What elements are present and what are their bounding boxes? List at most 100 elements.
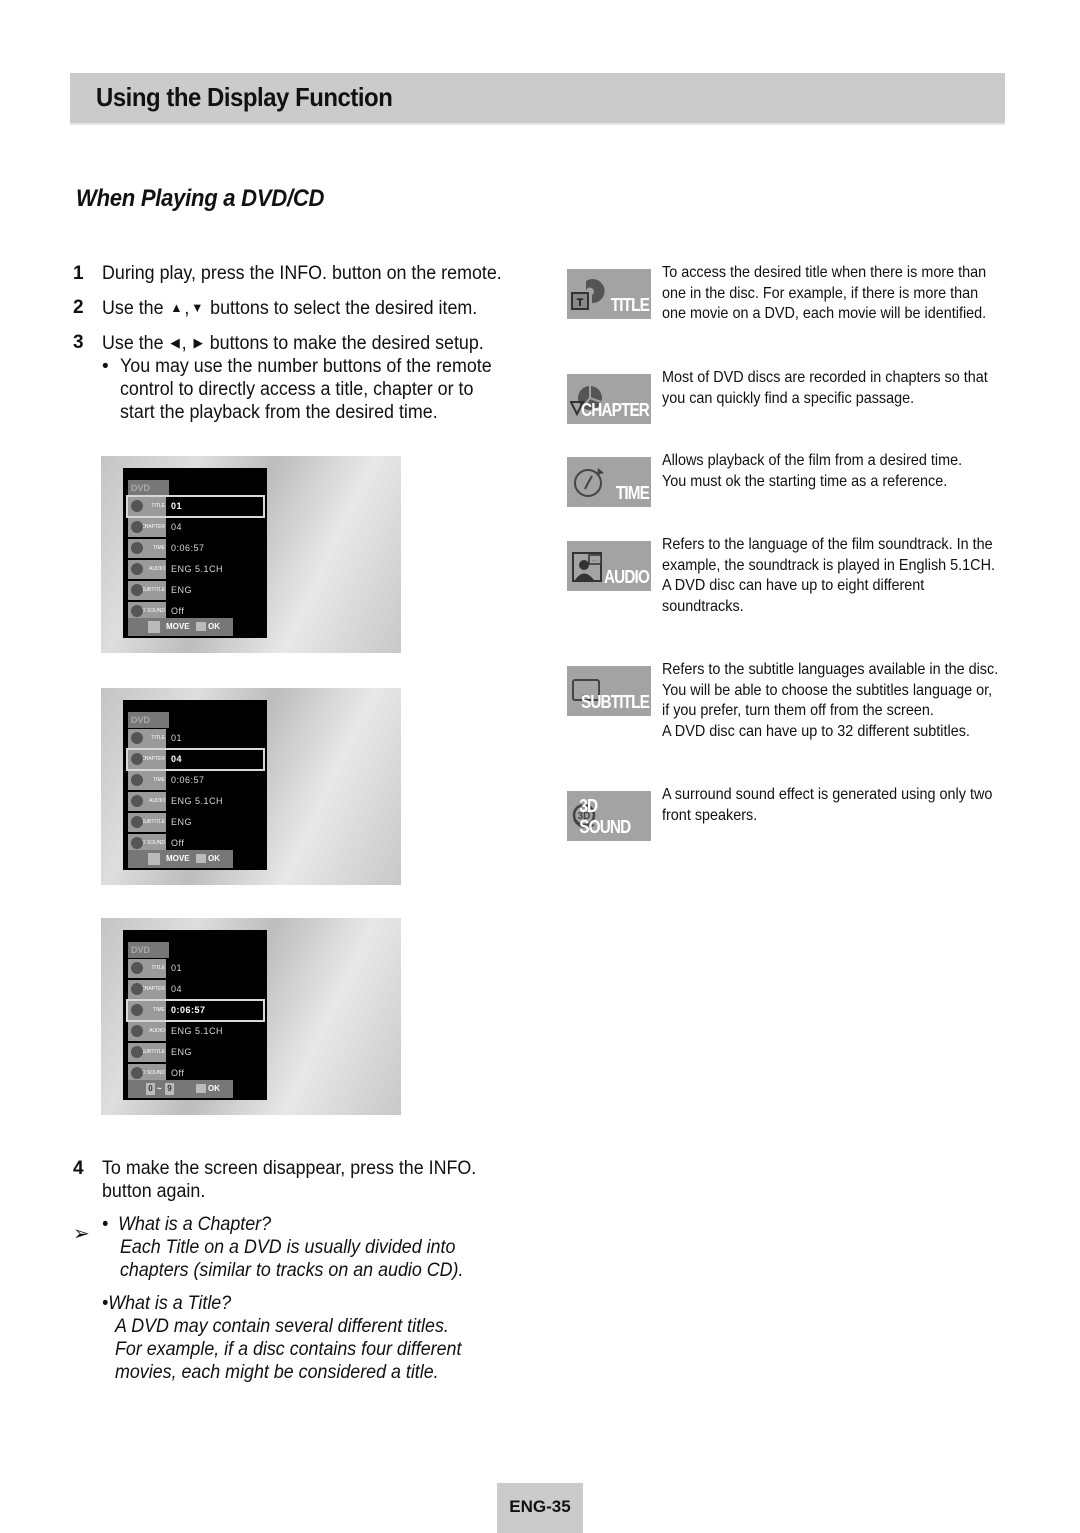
description-line: Most of DVD discs are recorded in chapte… (662, 369, 988, 386)
osd-row-value: ENG (171, 817, 193, 827)
feature-icon-badge: ··· AUDIO (567, 541, 651, 591)
enter-key-icon (196, 622, 206, 631)
clock-icon (131, 1004, 143, 1016)
osd-row-value: ENG (171, 585, 193, 595)
osd-label-text: AUDIO (149, 1028, 165, 1034)
osd-row-label: TITLE (128, 497, 166, 516)
step-number: 3 (73, 332, 84, 353)
osd-row-label: TIME (128, 1001, 166, 1020)
osd-label-text: TIME (153, 545, 165, 551)
osd-row-audio[interactable]: AUDIO ENG 5.1CH (128, 560, 263, 579)
title-icon (131, 732, 143, 744)
osd-row-value: 04 (171, 984, 183, 994)
osd-header: DVD (128, 942, 169, 958)
osd-row-subtitle[interactable]: SUBTITLE ENG (128, 1043, 263, 1062)
section-title: When Playing a DVD/CD (76, 185, 325, 212)
description-line: A DVD disc can have up to 32 different s… (662, 723, 970, 741)
step-text-post: buttons to make the desired setup. (209, 333, 484, 354)
ok-label: OK (208, 854, 220, 863)
steps-list: 1 During play, press the INFO. button on… (73, 262, 523, 424)
feature-name: SUBTITLE (581, 692, 650, 712)
osd-row-label: SUBTITLE (128, 1043, 166, 1062)
feature-icon-badge: 3D 3D SOUND (567, 791, 651, 841)
page-title: Using the Display Function (96, 82, 393, 112)
description-line: if you prefer, turn them off from the sc… (662, 702, 934, 720)
step-text-pre: Use the (102, 333, 164, 354)
osd-label-text: AUDIO (149, 566, 165, 572)
osd-row-time[interactable]: TIME 0:06:57 (128, 771, 263, 790)
osd-row-chapter[interactable]: CHAPTER 04 (128, 518, 263, 537)
description-line: Refers to the language of the film sound… (662, 536, 993, 553)
step-text-post: buttons to select the desired item. (210, 298, 478, 319)
feature-description: Most of DVD discs are recorded in chapte… (662, 368, 988, 409)
substep-text: You may use the number buttons of the re… (120, 356, 492, 423)
osd-header: DVD (128, 712, 169, 728)
feature-icon-badge: CHAPTER (567, 374, 651, 424)
osd-label-text: AUDIO (149, 798, 165, 804)
description-line: example, the soundtrack is played in Eng… (662, 556, 995, 574)
osd-row-title[interactable]: TITLE 01 (126, 495, 265, 518)
osd-label-text: TIME (153, 1007, 165, 1013)
osd-row-label: CHAPTER (128, 980, 166, 999)
osd-row-chapter[interactable]: CHAPTER 04 (128, 980, 263, 999)
osd-footer: MOVE OK (128, 618, 233, 636)
title-icon (131, 962, 143, 974)
osd-row-time[interactable]: TIME 0:06:57 (126, 999, 265, 1022)
tip-arrow-icon: ➢ (73, 1223, 90, 1245)
description-line: Refers to the subtitle languages availab… (662, 661, 999, 678)
osd-row-audio[interactable]: AUDIO ENG 5.1CH (128, 1022, 263, 1041)
osd-row-subtitle[interactable]: SUBTITLE ENG (128, 813, 263, 832)
osd-row-title[interactable]: TITLE 01 (128, 729, 263, 748)
3d-sound-icon (131, 605, 143, 617)
osd-label-text: CHAPTER (141, 524, 165, 530)
feature-icon-badge: T TITLE (567, 269, 651, 319)
feature-description: To access the desired title when there i… (662, 263, 986, 325)
right-arrow-icon: ▶ (193, 335, 203, 350)
feature-description: Refers to the subtitle languages availab… (662, 660, 999, 743)
osd-row-label: TIME (128, 539, 166, 558)
osd-label-text: 3D SOUND (139, 1070, 165, 1076)
osd-row-value: 0:06:57 (171, 775, 205, 785)
description-line: A DVD disc can have up to eight differen… (662, 577, 925, 595)
step-number: 2 (73, 297, 84, 318)
step-text-pre: Use the (102, 298, 164, 319)
feature-name: 3D SOUND (579, 796, 631, 837)
step-text: Use the ▲, ▼ buttons to select the desire… (102, 296, 498, 320)
osd-footer: MOVE OK (128, 850, 233, 868)
page-number: ENG-35 (497, 1483, 583, 1533)
osd-menu: DVD TITLE 01 CHAPTER 04 TIME 0:06:57 AUD… (123, 700, 267, 870)
osd-row-chapter[interactable]: CHAPTER 04 (126, 748, 265, 771)
osd-footer: 0 ~ 9 OK (128, 1080, 233, 1098)
osd-header: DVD (128, 480, 169, 496)
osd-label-text: CHAPTER (141, 756, 165, 762)
note-chapter: • What is a Chapter? Each Title on a DVD… (102, 1213, 533, 1282)
audio-icon (131, 1025, 143, 1037)
osd-row-subtitle[interactable]: SUBTITLE ENG (128, 581, 263, 600)
move-dpad-icon (148, 853, 160, 865)
3d-sound-icon (131, 1067, 143, 1079)
chapter-icon (131, 983, 143, 995)
left-arrow-icon: ◀ (170, 335, 180, 350)
title-icon (131, 500, 143, 512)
description-line: one in the disc. For example, if there i… (662, 284, 979, 302)
step-text: Use the ◀, ▶ buttons to make the desired… (102, 331, 498, 355)
note-line: Each Title on a DVD is usually divided i… (120, 1237, 456, 1258)
osd-menu: DVD TITLE 01 CHAPTER 04 TIME 0:06:57 AUD… (123, 930, 267, 1100)
osd-row-label: CHAPTER (128, 750, 166, 769)
notes-section: 4 To make the screen disappear, press th… (73, 1157, 533, 1384)
osd-row-label: SUBTITLE (128, 813, 166, 832)
osd-screenshot-chapter: DVD TITLE 01 CHAPTER 04 TIME 0:06:57 AUD… (101, 688, 401, 885)
up-arrow-icon: ▲ (170, 300, 183, 315)
osd-label-text: TITLE (151, 735, 165, 741)
substep: • You may use the number buttons of the … (102, 355, 523, 424)
osd-row-title[interactable]: TITLE 01 (128, 959, 263, 978)
subtitle-icon (131, 1046, 143, 1058)
osd-row-label: TIME (128, 771, 166, 790)
feature-name: AUDIO (603, 567, 650, 587)
osd-row-label: SUBTITLE (128, 581, 166, 600)
osd-row-time[interactable]: TIME 0:06:57 (128, 539, 263, 558)
step-text: During play, press the INFO. button on t… (102, 263, 502, 284)
osd-row-audio[interactable]: AUDIO ENG 5.1CH (128, 792, 263, 811)
description-line: soundtracks. (662, 598, 744, 616)
feature-name: TITLE (610, 295, 650, 315)
